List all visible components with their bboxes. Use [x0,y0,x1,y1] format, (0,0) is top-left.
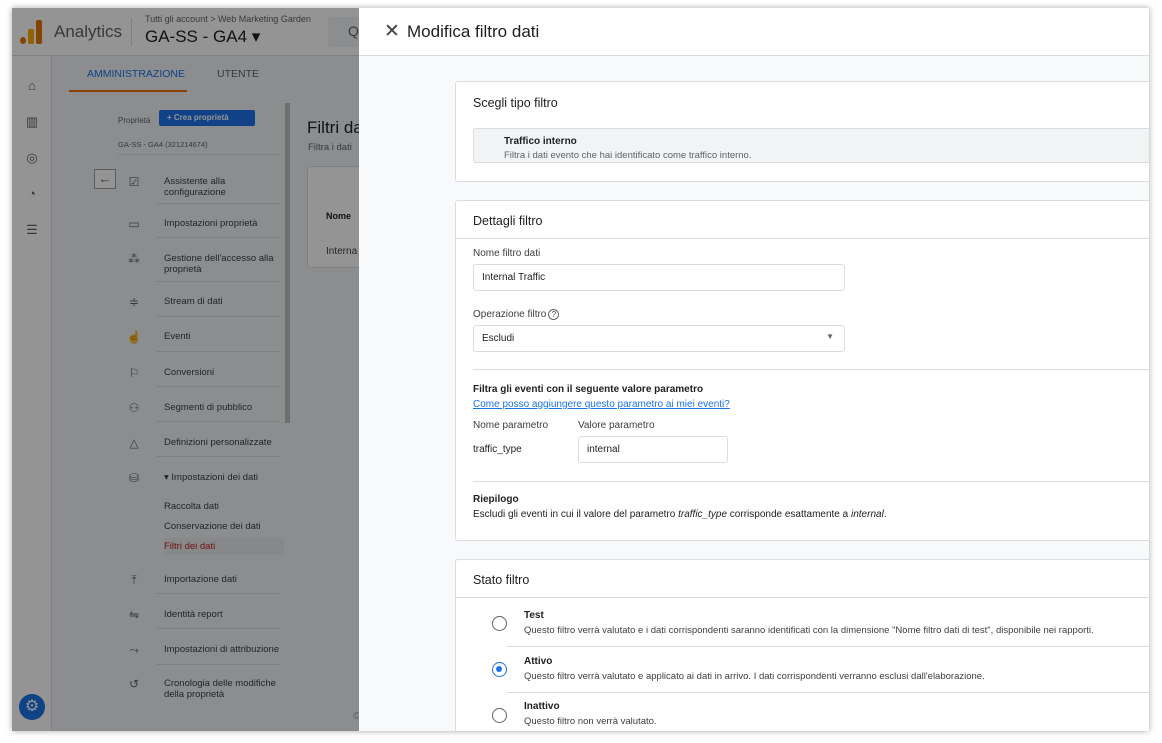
param-help-link[interactable]: Come posso aggiungere questo parametro a… [473,399,730,410]
divider [456,238,1149,239]
filter-state-card: Stato filtro Test Questo filtro verrà va… [455,559,1149,731]
app-window: Analytics Tutti gli account > Web Market… [12,8,1149,731]
sheet-title: Modifica filtro dati [407,22,540,41]
filter-operation-label-text: Operazione filtro [473,309,547,320]
sheet-header: ✕ Modifica filtro dati [359,8,1149,56]
param-heading: Filtra gli eventi con il seguente valore… [473,384,704,395]
filter-type-card: Scegli tipo filtro Traffico interno Filt… [455,81,1149,182]
filter-type-option: Traffico interno Filtra i dati evento ch… [473,128,1149,163]
summary-param: traffic_type [678,509,728,520]
option-description: Questo filtro verrà valutato e applicato… [524,671,985,682]
divider [507,692,1149,693]
filter-details-card: Dettagli filtro Nome filtro dati Interna… [455,200,1149,541]
summary-text-part: . [883,509,887,520]
radio-test[interactable] [492,616,507,631]
summary-text: Escludi gli eventi in cui il valore del … [473,509,887,520]
card-title: Scegli tipo filtro [473,96,558,110]
divider [456,597,1149,598]
divider [473,369,1149,370]
divider [507,646,1149,647]
option-description: Questo filtro non verrà valutato. [524,716,657,727]
summary-heading: Riepilogo [473,494,519,505]
filter-name-label: Nome filtro dati [473,248,541,259]
option-description: Questo filtro verrà valutato e i dati co… [524,625,1094,636]
option-name: Test [524,610,544,621]
option-name: Inattivo [524,701,560,712]
radio-inattivo[interactable] [492,708,507,723]
edit-filter-sheet: ✕ Modifica filtro dati Scegli tipo filtr… [359,8,1149,731]
close-icon[interactable]: ✕ [382,20,402,43]
radio-attivo[interactable] [492,662,507,677]
filter-operation-value: Escludi [482,333,515,344]
filter-operation-label: Operazione filtro? [473,309,560,320]
help-icon[interactable]: ? [548,309,560,320]
param-name: traffic_type [473,444,522,455]
summary-text-part: corrisponde esattamente a [727,509,851,520]
param-value-label: Valore parametro [578,420,655,431]
option-name: Attivo [524,656,553,667]
filter-name-input[interactable]: Internal Traffic [473,264,845,291]
dropdown-arrow-icon: ▼ [826,332,834,341]
filter-type-description: Filtra i dati evento che hai identificat… [504,150,752,161]
card-title: Dettagli filtro [473,214,543,228]
summary-value: internal [851,509,884,520]
param-value-input[interactable]: internal [578,436,728,463]
card-title: Stato filtro [473,573,530,587]
divider [473,481,1149,482]
filter-type-name: Traffico interno [504,136,577,147]
filter-operation-select[interactable]: Escludi ▼ [473,325,845,352]
param-name-label: Nome parametro [473,420,549,431]
summary-text-part: Escludi gli eventi in cui il valore del … [473,509,679,520]
